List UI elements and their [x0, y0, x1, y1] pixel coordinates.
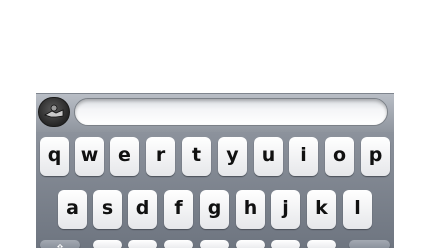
key-d[interactable]: d [128, 190, 157, 229]
key-r[interactable]: r [146, 137, 175, 176]
key-s[interactable]: s [93, 190, 122, 229]
media-button[interactable] [38, 97, 70, 127]
key-a[interactable]: a [58, 190, 87, 229]
key-z[interactable]: z [93, 240, 122, 248]
key-e[interactable]: e [110, 137, 139, 176]
message-text-field[interactable] [74, 98, 388, 126]
key-v[interactable]: v [200, 240, 229, 248]
key-p[interactable]: p [361, 137, 390, 176]
key-i[interactable]: i [289, 137, 318, 176]
key-l[interactable]: l [343, 190, 372, 229]
key-c[interactable]: c [164, 240, 193, 248]
key-b[interactable]: b [236, 240, 265, 248]
key-m[interactable]: m [307, 240, 336, 248]
key-u[interactable]: u [254, 137, 283, 176]
screen: q w e r t y u i o p a s d f g h j k l ⇧ … [0, 0, 442, 248]
key-q[interactable]: q [40, 137, 69, 176]
key-y[interactable]: y [218, 137, 247, 176]
message-input-bar [36, 93, 394, 132]
key-o[interactable]: o [325, 137, 354, 176]
key-j[interactable]: j [271, 190, 300, 229]
shift-key[interactable]: ⇧ [40, 240, 80, 248]
key-t[interactable]: t [182, 137, 211, 176]
key-x[interactable]: x [128, 240, 157, 248]
key-w[interactable]: w [75, 137, 104, 176]
key-k[interactable]: k [307, 190, 336, 229]
key-h[interactable]: h [236, 190, 265, 229]
key-f[interactable]: f [164, 190, 193, 229]
backspace-key[interactable] [349, 240, 390, 248]
key-n[interactable]: n [271, 240, 300, 248]
media-capture-icon [44, 104, 64, 118]
key-g[interactable]: g [200, 190, 229, 229]
keyboard: q w e r t y u i o p a s d f g h j k l ⇧ … [36, 132, 394, 248]
